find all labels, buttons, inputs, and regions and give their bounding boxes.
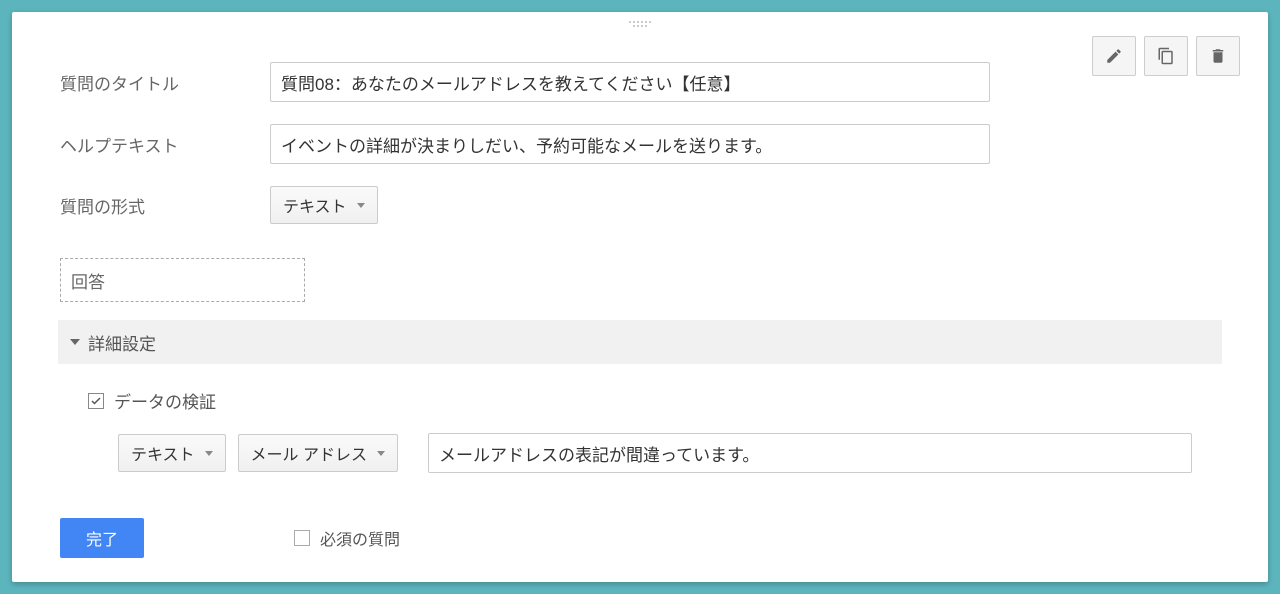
footer: 完了 必須の質問 (60, 518, 400, 558)
required-checkbox[interactable] (294, 530, 310, 546)
chevron-down-icon (70, 339, 80, 345)
form-body: 質問のタイトル ヘルプテキスト 質問の形式 テキスト 回答 詳細設定 (12, 12, 1268, 491)
validation-label: データの検証 (114, 388, 216, 413)
validation-type-dropdown[interactable]: テキスト (118, 434, 226, 472)
answer-preview: 回答 (60, 258, 305, 302)
advanced-label: 詳細設定 (88, 330, 156, 355)
validation-error-input[interactable] (428, 433, 1192, 473)
validation-type-value: テキスト (131, 441, 195, 465)
validation-subtype-dropdown[interactable]: メール アドレス (238, 434, 398, 472)
question-type-value: テキスト (283, 193, 347, 217)
required-label: 必須の質問 (320, 526, 400, 550)
toolbar (1092, 36, 1240, 76)
copy-icon (1157, 47, 1175, 65)
trash-icon (1209, 47, 1227, 65)
drag-handle-icon[interactable] (629, 20, 651, 28)
check-icon (90, 395, 102, 407)
help-row: ヘルプテキスト (60, 124, 1220, 164)
answer-label: 回答 (71, 268, 105, 293)
question-title-input[interactable] (270, 62, 990, 102)
advanced-settings-toggle[interactable]: 詳細設定 (58, 320, 1222, 364)
type-label: 質問の形式 (60, 193, 270, 218)
edit-button[interactable] (1092, 36, 1136, 76)
validation-checkbox[interactable] (88, 393, 104, 409)
question-editor-card: 質問のタイトル ヘルプテキスト 質問の形式 テキスト 回答 詳細設定 (12, 12, 1268, 582)
delete-button[interactable] (1196, 36, 1240, 76)
chevron-down-icon (357, 203, 365, 208)
question-type-dropdown[interactable]: テキスト (270, 186, 378, 224)
title-row: 質問のタイトル (60, 62, 1220, 102)
help-label: ヘルプテキスト (60, 132, 270, 157)
pencil-icon (1105, 47, 1123, 65)
chevron-down-icon (205, 451, 213, 456)
validation-checkbox-row: データの検証 (88, 388, 1192, 413)
title-label: 質問のタイトル (60, 70, 270, 95)
help-text-input[interactable] (270, 124, 990, 164)
type-row: 質問の形式 テキスト (60, 186, 1220, 224)
validation-subtype-value: メール アドレス (251, 441, 367, 465)
validation-block: データの検証 テキスト メール アドレス (60, 364, 1220, 491)
chevron-down-icon (377, 451, 385, 456)
done-button[interactable]: 完了 (60, 518, 144, 558)
required-row: 必須の質問 (294, 526, 400, 550)
validation-controls: テキスト メール アドレス (88, 433, 1192, 473)
duplicate-button[interactable] (1144, 36, 1188, 76)
